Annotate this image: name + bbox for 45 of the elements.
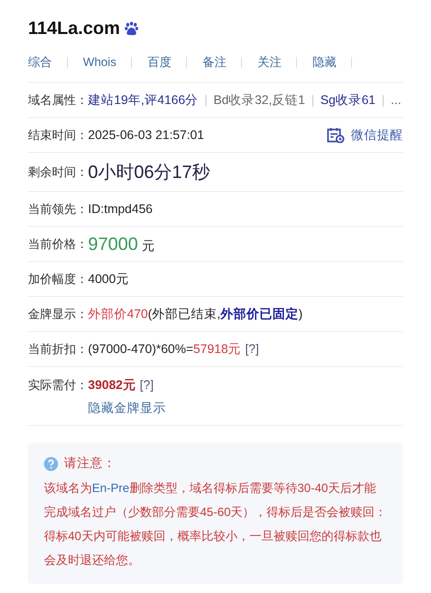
field-label: 结束时间： <box>28 126 88 144</box>
notice-text: 该域名为En-Pre删除类型，域名得标后需要等待30-40天后才能完成域名过户（少数部分需要45-60天），得标后是否会被赎回：得标40天内可能被赎回，概率比较小，一旦被赎回您的得标款也会及时退还给您。 <box>44 480 387 569</box>
field-value: 97000 <box>88 234 138 254</box>
notice-heading: 请注意： <box>64 455 116 472</box>
field-label: 金牌显示： <box>28 306 88 322</box>
nav-link[interactable]: 百度 <box>147 54 172 70</box>
field-value: 元 <box>142 238 156 254</box>
separator: | <box>382 92 385 106</box>
info-link[interactable]: Sg收录61 <box>320 92 376 108</box>
field-value: 4000元 <box>88 270 129 288</box>
help-link[interactable]: [?] <box>140 378 154 392</box>
separator: | <box>311 92 314 106</box>
field-value: Bd收录32,反链1 <box>213 92 306 108</box>
field-value: (外部已结束, <box>148 306 220 322</box>
field-value: 39082元 <box>88 377 136 394</box>
field-value: 57918元 <box>193 340 242 358</box>
nav-link[interactable]: Whois <box>83 55 116 69</box>
nav-link[interactable]: 综合 <box>28 54 52 70</box>
field-label: 当前价格： <box>28 236 88 252</box>
field-label: 域名属性： <box>28 92 88 108</box>
nav-link[interactable]: 备注 <box>202 54 226 70</box>
nav-link[interactable]: 关注 <box>257 54 282 70</box>
field-label: 剩余时间： <box>28 164 88 180</box>
field-value: (97000-470)*60%= <box>88 342 194 356</box>
help-icon <box>44 456 58 470</box>
field-value: 外部价已固定 <box>220 306 298 322</box>
field-label: 当前领先： <box>28 200 88 218</box>
separator: | <box>204 92 208 106</box>
info-link[interactable]: 建站19年,评4166分 <box>88 92 198 108</box>
field-label: 加价幅度： <box>28 270 88 288</box>
site-title: 114La.com <box>28 18 120 38</box>
field-value: 外部价470 <box>88 306 148 322</box>
help-link[interactable]: [?] <box>245 342 259 356</box>
wechat-reminder-button[interactable]: 微信提醒 <box>327 126 403 144</box>
paw-icon <box>124 20 140 36</box>
nav-link[interactable]: 隐藏 <box>312 54 336 70</box>
calendar-icon <box>327 127 345 143</box>
field-value: ID:tmpd456 <box>88 202 153 216</box>
field-value: ... <box>390 92 402 106</box>
hide-medal-link[interactable]: 隐藏金牌显示 <box>88 401 166 415</box>
field-label: 实际需付： <box>28 377 88 394</box>
field-value: 0小时06分17秒 <box>88 161 210 184</box>
field-label: 当前折扣： <box>28 340 88 358</box>
field-value: 2025-06-03 21:57:01 <box>88 128 204 142</box>
field-value: ) <box>298 306 303 320</box>
